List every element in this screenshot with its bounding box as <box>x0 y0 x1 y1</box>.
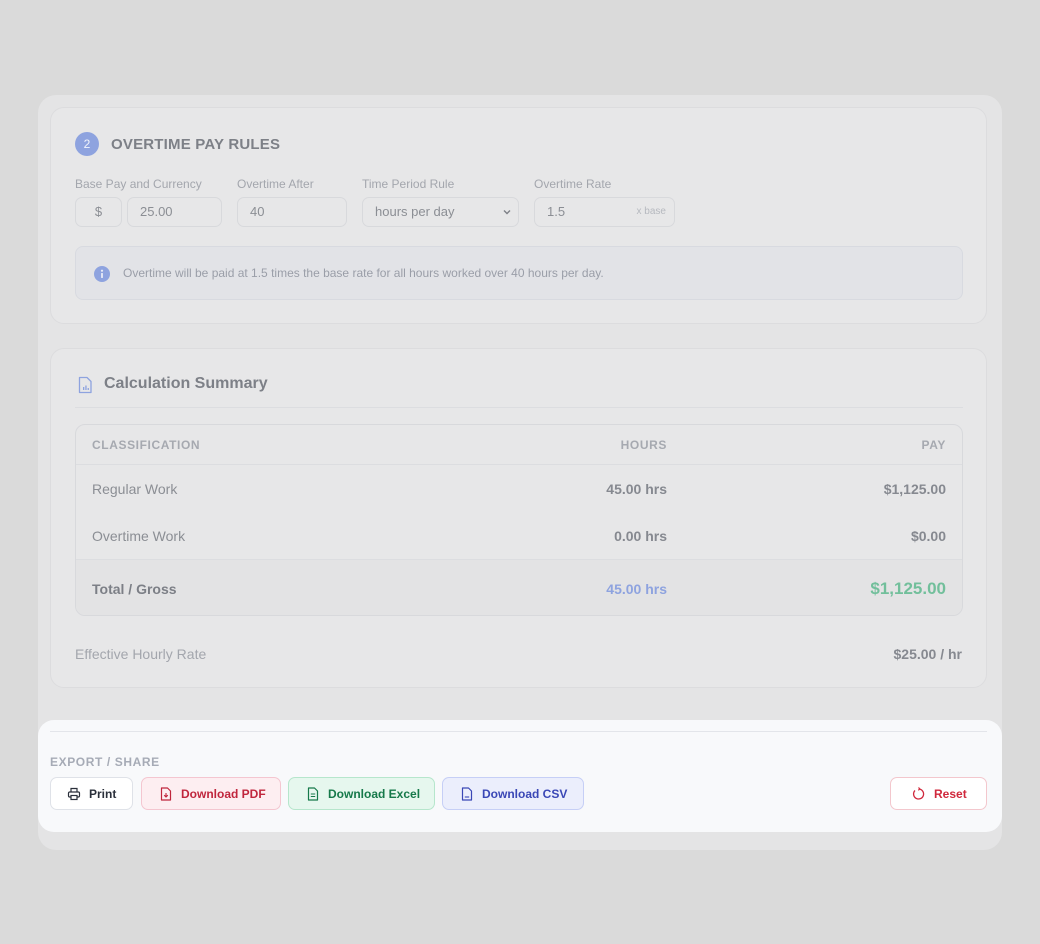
export-footer: EXPORT / SHARE Print Download PDF Downlo… <box>38 720 1002 832</box>
overtime-after-label: Overtime After <box>237 177 314 191</box>
total-label: Total / Gross <box>92 580 177 597</box>
printer-icon <box>67 787 81 800</box>
download-pdf-button[interactable]: Download PDF <box>141 777 281 810</box>
pdf-label: Download PDF <box>181 786 266 801</box>
column-header-pay: PAY <box>921 437 946 452</box>
row-label: Overtime Work <box>92 528 186 544</box>
overtime-rules-section: 2 OVERTIME PAY RULES Base Pay and Curren… <box>50 107 987 324</box>
print-label: Print <box>89 786 117 801</box>
table-header: CLASSIFICATION HOURS PAY <box>76 425 962 465</box>
export-label: EXPORT / SHARE <box>50 755 160 769</box>
effective-rate-label: Effective Hourly Rate <box>75 646 207 662</box>
reset-icon <box>912 786 925 800</box>
row-pay: $1,125.00 <box>883 481 946 497</box>
reset-label: Reset <box>934 786 967 801</box>
rate-suffix: x base <box>636 206 666 217</box>
total-pay: $1,125.00 <box>870 578 946 598</box>
calculator-card: 2 OVERTIME PAY RULES Base Pay and Curren… <box>38 95 1002 850</box>
rate-label: Overtime Rate <box>534 177 612 191</box>
base-pay-input[interactable]: 25.00 <box>127 197 222 227</box>
total-hours: 45.00 hrs <box>606 580 667 597</box>
row-hours: 45.00 hrs <box>606 481 667 497</box>
download-csv-button[interactable]: Download CSV <box>442 777 584 810</box>
step-badge: 2 <box>75 132 99 156</box>
row-pay: $0.00 <box>910 528 946 544</box>
document-chart-icon <box>78 376 92 394</box>
effective-rate-value: $25.00 / hr <box>893 646 963 662</box>
excel-label: Download Excel <box>328 786 421 801</box>
chevron-down-icon <box>503 210 511 215</box>
row-hours: 0.00 hrs <box>614 528 667 544</box>
period-select[interactable]: hours per day <box>362 197 519 227</box>
info-icon <box>94 266 110 282</box>
table-row: Overtime Work 0.00 hrs $0.00 <box>76 513 962 560</box>
base-pay-label: Base Pay and Currency <box>75 177 202 191</box>
info-text: Overtime will be paid at 1.5 times the b… <box>123 266 604 280</box>
column-header-hours: HOURS <box>620 437 667 452</box>
period-select-value: hours per day <box>375 204 455 219</box>
download-excel-button[interactable]: Download Excel <box>288 777 435 810</box>
column-header-classification: CLASSIFICATION <box>92 437 201 452</box>
pdf-file-icon <box>160 786 172 801</box>
csv-file-icon <box>461 786 473 801</box>
rules-title: OVERTIME PAY RULES <box>111 136 281 153</box>
excel-file-icon <box>307 786 319 801</box>
info-box: Overtime will be paid at 1.5 times the b… <box>75 246 963 300</box>
csv-label: Download CSV <box>482 786 568 801</box>
print-button[interactable]: Print <box>50 777 133 810</box>
rate-input[interactable]: 1.5 x base <box>534 197 675 227</box>
total-row: Total / Gross 45.00 hrs $1,125.00 <box>76 560 962 615</box>
calculation-summary-section: Calculation Summary CLASSIFICATION HOURS… <box>50 348 987 688</box>
overtime-after-input[interactable]: 40 <box>237 197 347 227</box>
period-label: Time Period Rule <box>362 177 455 191</box>
divider <box>75 407 963 408</box>
rate-value: 1.5 <box>547 204 566 219</box>
reset-button[interactable]: Reset <box>890 777 987 810</box>
summary-title: Calculation Summary <box>104 375 268 392</box>
row-label: Regular Work <box>92 481 178 497</box>
table-row: Regular Work 45.00 hrs $1,125.00 <box>76 465 962 513</box>
summary-table: CLASSIFICATION HOURS PAY Regular Work 45… <box>75 424 963 616</box>
divider <box>50 731 987 732</box>
currency-select[interactable]: $ <box>75 197 122 227</box>
